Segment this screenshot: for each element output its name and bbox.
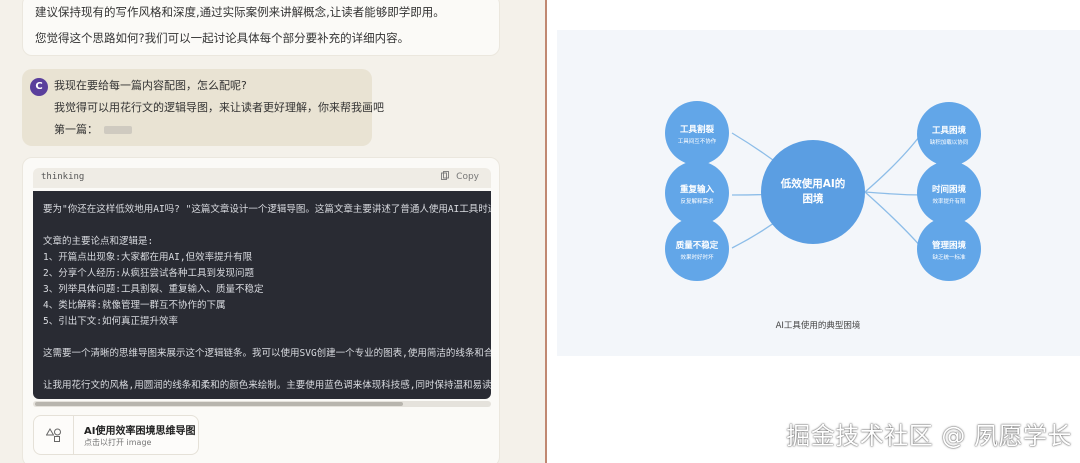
code-line: 让我用花行文的风格,用圆润的线条和柔和的颜色来绘制。主要使用蓝色调来体现科技感,… (43, 380, 491, 391)
user-message-line: 我现在要给每一篇内容配图，怎么配呢? (54, 79, 247, 92)
mind-map-diagram: 低效使用AI的 困境 工具割裂 工具间互不协作 重复输入 反复解释需求 质量不稳… (557, 30, 1080, 356)
connector-line (864, 132, 923, 193)
center-node-title: 低效使用AI的 (780, 177, 846, 190)
watermark: 掘金技术社区 @ 夙愿学长 (786, 422, 1072, 450)
node-title: 管理困境 (932, 240, 967, 251)
node-subtitle: 反复解释需求 (680, 197, 714, 205)
artifact-subtitle: 点击以打开 image (84, 438, 152, 447)
node-subtitle: 效率提升有限 (932, 197, 966, 205)
artifact-card[interactable]: AI使用效率困境思维导图 点击以打开 image (33, 415, 199, 455)
node-title: 质量不稳定 (676, 240, 719, 251)
node-right-2: 时间困境 效率提升有限 (917, 161, 981, 225)
code-line: 要为"你还在这样低效地用AI吗? "这篇文章设计一个逻辑导图。这篇文章主要讲述了… (43, 204, 491, 215)
assistant-response: thinking Copy 要为"你还在这样低效地用AI吗? "这篇文章设计一个… (22, 157, 500, 463)
node-title: 时间困境 (932, 184, 967, 195)
artifact-preview-pane: 低效使用AI的 困境 工具割裂 工具间互不协作 重复输入 反复解释需求 质量不稳… (547, 0, 1080, 463)
message-text: 您觉得这个思路如何?我们可以一起讨论具体每个部分要补充的详细内容。 (35, 31, 410, 45)
node-left-3: 质量不稳定 效果时好时坏 (665, 217, 729, 281)
code-line: 1、开篇点出现象:大家都在用AI,但效率提升有限 (43, 252, 253, 263)
node-subtitle: 工具间互不协作 (678, 137, 717, 145)
copy-button[interactable]: Copy (441, 171, 483, 182)
chat-pane: 建议保持现有的写作风格和深度,通过实际案例来讲解概念,让读者能够即学即用。 您觉… (0, 0, 546, 463)
artifact-title: AI使用效率困境思维导图 (84, 426, 196, 437)
code-language-label: thinking (41, 172, 85, 182)
user-message: C 我现在要给每一篇内容配图，怎么配呢? 我觉得可以用花行文的逻辑导图，来让读者… (22, 69, 384, 146)
node-title: 工具困境 (932, 125, 967, 136)
code-line: 这需要一个清晰的思维导图来展示这个逻辑链条。我可以使用SVG创建一个专业的图表,… (43, 348, 491, 359)
redacted-text (104, 126, 132, 134)
user-message-line: 第一篇： (54, 122, 384, 137)
code-line: 文章的主要论点和逻辑是: (43, 236, 154, 247)
node-right-3: 管理困境 缺乏统一标准 (917, 217, 981, 281)
node-subtitle: 缺积加载以协同 (930, 138, 969, 146)
center-node-title: 困境 (803, 192, 824, 205)
assistant-message: 建议保持现有的写作风格和深度,通过实际案例来讲解概念,让读者能够即学即用。 您觉… (22, 0, 500, 56)
node-left-1: 工具割裂 工具间互不协作 (665, 101, 729, 165)
message-text: 建议保持现有的写作风格和深度,通过实际案例来讲解概念,让读者能够即学即用。 (35, 5, 445, 19)
code-line: 2、分享个人经历:从疯狂尝试各种工具到发现问题 (43, 268, 254, 279)
connector-line (864, 191, 923, 196)
diagram-caption: AI工具使用的典型困境 (776, 320, 861, 331)
user-message-line: 我觉得可以用花行文的逻辑导图，来让读者更好理解，你来帮我画吧 (54, 101, 384, 114)
code-line: 5、引出下文:如何真正提升效率 (43, 316, 178, 327)
node-subtitle: 效果时好时坏 (680, 253, 714, 261)
code-line: 3、列举具体问题:工具割裂、重复输入、质量不稳定 (43, 284, 264, 295)
node-subtitle: 缺乏统一标准 (932, 253, 966, 261)
node-title: 工具割裂 (680, 124, 715, 135)
code-block[interactable]: 要为"你还在这样低效地用AI吗? "这篇文章设计一个逻辑导图。这篇文章主要讲述了… (33, 191, 491, 399)
copy-icon (441, 171, 452, 182)
node-title: 重复输入 (680, 184, 715, 195)
avatar: C (30, 78, 48, 96)
code-block-header: thinking Copy (33, 168, 491, 188)
shapes-icon (34, 416, 74, 454)
horizontal-scrollbar[interactable] (33, 401, 491, 407)
scrollbar-thumb[interactable] (35, 402, 403, 406)
connector-line (864, 191, 923, 249)
node-right-1: 工具困境 缺积加载以协同 (917, 102, 981, 166)
node-left-2: 重复输入 反复解释需求 (665, 161, 729, 225)
code-line: 4、类比解释:就像管理一群互不协作的下属 (43, 300, 226, 311)
center-node: 低效使用AI的 困境 (761, 140, 865, 244)
